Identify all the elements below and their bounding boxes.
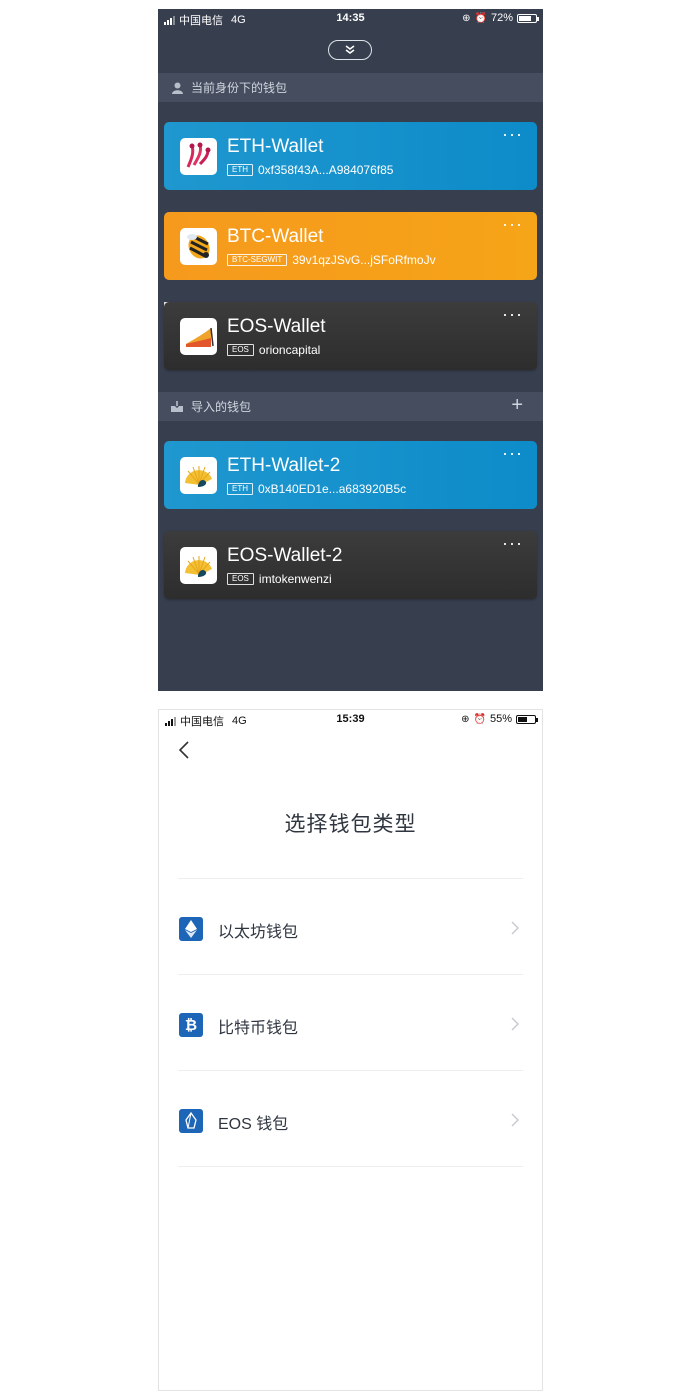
alarm-icon: ⏰: [473, 713, 486, 725]
wallet-card-eth-2[interactable]: ETH-Wallet-2 ETH 0xB140ED1e...a683920B5c…: [164, 441, 537, 509]
wallet-address: orioncapital: [258, 343, 321, 357]
chevron-right-icon: [511, 1113, 519, 1127]
collapse-button[interactable]: [328, 40, 372, 60]
status-bar: 中国电信 4G 14:35 ⊕ ⏰ 72%: [158, 9, 543, 29]
divider: [178, 1166, 523, 1167]
battery-icon: [517, 13, 539, 23]
section-imported: 导入的钱包 +: [158, 392, 543, 421]
wallet-name: ETH-Wallet: [227, 136, 324, 157]
shell-logo: [180, 457, 217, 494]
chain-tag: BTC-SEGWIT: [227, 254, 288, 266]
person-icon: [171, 82, 183, 94]
bitcoin-icon: ₿: [179, 1013, 203, 1037]
option-ethereum-wallet[interactable]: 以太坊钱包: [159, 878, 542, 974]
import-icon: [171, 401, 183, 413]
more-options-button[interactable]: ···: [502, 124, 523, 145]
chain-tag: ETH: [227, 483, 253, 495]
bee-logo: [180, 228, 217, 265]
chain-tag: ETH: [227, 164, 253, 176]
chain-tag: EOS: [227, 344, 254, 356]
wallet-name: EOS-Wallet: [227, 316, 326, 337]
section-current-label: 当前身份下的钱包: [191, 81, 288, 95]
rotation-lock-icon: ⊕: [462, 12, 471, 24]
eth-bird-logo: [180, 138, 217, 175]
shell-logo: [180, 547, 217, 584]
more-options-button[interactable]: ···: [502, 214, 523, 235]
add-wallet-button[interactable]: +: [511, 394, 523, 417]
battery-percent: 55%: [489, 713, 512, 725]
wallet-card-btc[interactable]: BTC-Wallet BTC-SEGWIT 39v1qzJSvG...jSFoR…: [164, 212, 537, 280]
wallet-card-eos-2[interactable]: EOS-Wallet-2 EOS imtokenwenzi ···: [164, 531, 537, 599]
wallet-card-eos[interactable]: EOS-Wallet EOS orioncapital ···: [164, 302, 537, 370]
battery-icon: [516, 714, 538, 724]
status-bar: 中国电信 4G 15:39 ⊕ ⏰ 55%: [159, 710, 542, 730]
section-current-identity: 当前身份下的钱包: [158, 73, 543, 102]
back-button[interactable]: [177, 740, 191, 760]
eos-icon: [179, 1109, 203, 1133]
option-bitcoin-wallet[interactable]: ₿ 比特币钱包: [159, 974, 542, 1070]
more-options-button[interactable]: ···: [502, 443, 523, 464]
wallet-name: EOS-Wallet-2: [227, 545, 343, 566]
wallet-address: 0xf358f43A...A984076f85: [258, 163, 394, 177]
ethereum-icon: [179, 917, 203, 941]
alarm-icon: ⏰: [474, 12, 487, 24]
wallet-name: BTC-Wallet: [227, 226, 324, 247]
section-imported-label: 导入的钱包: [191, 400, 252, 414]
rotation-lock-icon: ⊕: [461, 713, 470, 725]
option-eos-wallet[interactable]: EOS 钱包: [159, 1070, 542, 1166]
wallet-list-screen: 中国电信 4G 14:35 ⊕ ⏰ 72% 当前身份下的钱包 ETH-Walle…: [158, 9, 543, 691]
page-title: 选择钱包类型: [284, 813, 417, 836]
more-options-button[interactable]: ···: [502, 533, 523, 554]
wallet-address: imtokenwenzi: [258, 572, 332, 586]
chevron-left-icon: [178, 741, 189, 759]
wallet-address: 39v1qzJSvG...jSFoRfmoJv: [292, 253, 436, 267]
wallet-card-eth[interactable]: ETH-Wallet ETH 0xf358f43A...A984076f85 ·…: [164, 122, 537, 190]
orion-logo: [180, 318, 217, 355]
wallet-name: ETH-Wallet-2: [227, 455, 341, 476]
choose-wallet-type-screen: 中国电信 4G 15:39 ⊕ ⏰ 55% 选择钱包类型 以太坊钱包 ₿ 比特币…: [158, 709, 543, 1391]
battery-percent: 72%: [490, 12, 513, 24]
option-label: 以太坊钱包: [218, 924, 299, 941]
option-label: 比特币钱包: [218, 1020, 299, 1037]
more-options-button[interactable]: ···: [502, 304, 523, 325]
wallet-address: 0xB140ED1e...a683920B5c: [258, 482, 407, 496]
chain-tag: EOS: [227, 573, 254, 585]
option-label: EOS 钱包: [218, 1116, 289, 1133]
double-chevron-down-icon: [345, 45, 355, 54]
chevron-right-icon: [511, 1017, 519, 1031]
chevron-right-icon: [511, 921, 519, 935]
